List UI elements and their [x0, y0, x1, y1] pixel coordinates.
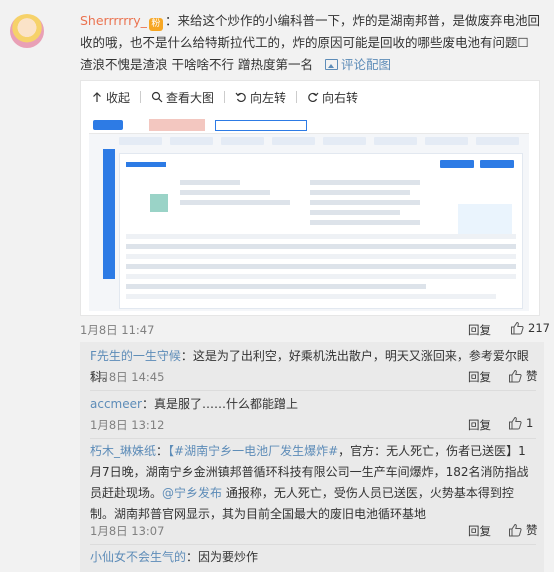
comment-time: 1月8日 11:47	[80, 323, 155, 337]
thumbs-up-icon	[509, 369, 522, 383]
reply-button[interactable]: 回复	[468, 369, 491, 385]
view-large-label: 查看大图	[166, 90, 215, 105]
toolbar-divider	[224, 91, 226, 103]
toolbar-divider	[296, 91, 298, 103]
collapse-label: 收起	[106, 90, 131, 105]
reply-username[interactable]: 朽木_琳姝纸	[90, 444, 156, 458]
reply-list: F先生的一生守候：这是为了出利空，好乘机洗出散户，明天又涨回来，参考爱尔眼科。 …	[80, 342, 544, 572]
like-button[interactable]: 217	[510, 321, 550, 335]
collapse-button[interactable]: 收起	[91, 89, 130, 106]
screenshot-tabs	[119, 137, 519, 147]
rotate-right-button[interactable]: 向右转	[307, 89, 358, 106]
reply-button[interactable]: 回复	[468, 523, 491, 539]
reply-meta: 1月8日 14:45 回复 赞	[90, 368, 538, 385]
reply-text: ：真是服了……什么都能蹭上	[141, 397, 298, 411]
reply-text: ：因为要炒作	[186, 550, 259, 564]
rotate-left-icon	[235, 92, 246, 103]
like-button[interactable]: 1	[508, 416, 533, 430]
image-toolbar: 收起 查看大图 向左转 向右转	[81, 81, 539, 113]
reply-divider	[90, 544, 536, 545]
reply-item: 小仙女不会生气的：因为要炒作	[90, 547, 536, 568]
thumbs-up-icon	[509, 523, 522, 537]
reply-username[interactable]: F先生的一生守候	[90, 349, 181, 363]
screenshot-avatar	[150, 194, 168, 212]
rotate-left-button[interactable]: 向左转	[235, 89, 286, 106]
screenshot-header	[89, 117, 529, 134]
view-large-button[interactable]: 查看大图	[151, 89, 214, 106]
reply-time: 1月8日 14:45	[90, 370, 165, 384]
like-label: 赞	[526, 523, 538, 537]
comment-meta: 1月8日 11:47 回复 217	[80, 321, 550, 338]
reply-divider	[90, 390, 536, 391]
screenshot-chart	[458, 204, 512, 238]
fan-badge-icon: 粉	[148, 18, 163, 31]
screenshot-logo	[93, 120, 123, 130]
reply-username[interactable]: accmeer	[90, 397, 142, 411]
like-button[interactable]: 赞	[508, 368, 538, 384]
picture-icon	[324, 59, 338, 70]
reply-item: accmeer：真是服了……什么都能蹭上	[90, 394, 536, 415]
toolbar-divider	[140, 91, 142, 103]
comment-image-viewer: 收起 查看大图 向左转 向右转	[80, 80, 540, 316]
arrow-up-icon	[93, 92, 101, 102]
thumbs-up-icon	[509, 416, 522, 430]
reply-time: 1月8日 13:12	[90, 418, 165, 432]
reply-meta: 1月8日 13:07 回复 赞	[90, 522, 538, 539]
screenshot-search-box	[215, 120, 307, 131]
like-count: 217	[528, 321, 550, 335]
reply-divider	[90, 438, 536, 439]
like-count: 1	[526, 416, 534, 430]
reply-button[interactable]: 回复	[468, 417, 491, 433]
comment-username[interactable]: Sherrrrrry_	[80, 13, 147, 28]
rotate-right-label: 向右转	[322, 90, 359, 105]
search-icon	[151, 91, 163, 103]
rotate-left-label: 向左转	[250, 90, 287, 105]
comment-body: Sherrrrrry_ 粉：来给这个炒作的小编科普一下，炸的是湖南邦普，是做废弃电…	[80, 10, 542, 76]
reply-time: 1月8日 13:07	[90, 524, 165, 538]
topic-link[interactable]: 【#湖南宁乡一电池厂发生爆炸#	[168, 444, 338, 458]
reply-text: ：	[156, 444, 169, 458]
like-button[interactable]: 赞	[508, 522, 538, 538]
company-info-screenshot[interactable]	[89, 117, 529, 311]
comment-picture-link[interactable]: 评论配图	[341, 57, 391, 72]
reply-item: 朽木_琳姝纸：【#湖南宁乡一电池厂发生爆炸#，官方：无人死亡，伤者已送医】1月7…	[90, 441, 536, 525]
main-comment: Sherrrrrry_ 粉：来给这个炒作的小编科普一下，炸的是湖南邦普，是做废弃电…	[0, 0, 554, 340]
screenshot-info-card	[119, 153, 523, 309]
like-label: 赞	[526, 369, 538, 383]
rotate-right-icon	[308, 92, 319, 103]
reply-button[interactable]: 回复	[468, 322, 491, 338]
user-avatar[interactable]	[10, 14, 44, 48]
reply-meta: 1月8日 13:12 回复 1	[90, 416, 536, 433]
reply-username[interactable]: 小仙女不会生气的	[90, 550, 186, 564]
screenshot-sidebar	[103, 149, 115, 279]
thumbs-up-icon	[511, 321, 524, 335]
mention-link[interactable]: @宁乡发布	[162, 486, 222, 500]
screenshot-banner	[149, 119, 205, 131]
